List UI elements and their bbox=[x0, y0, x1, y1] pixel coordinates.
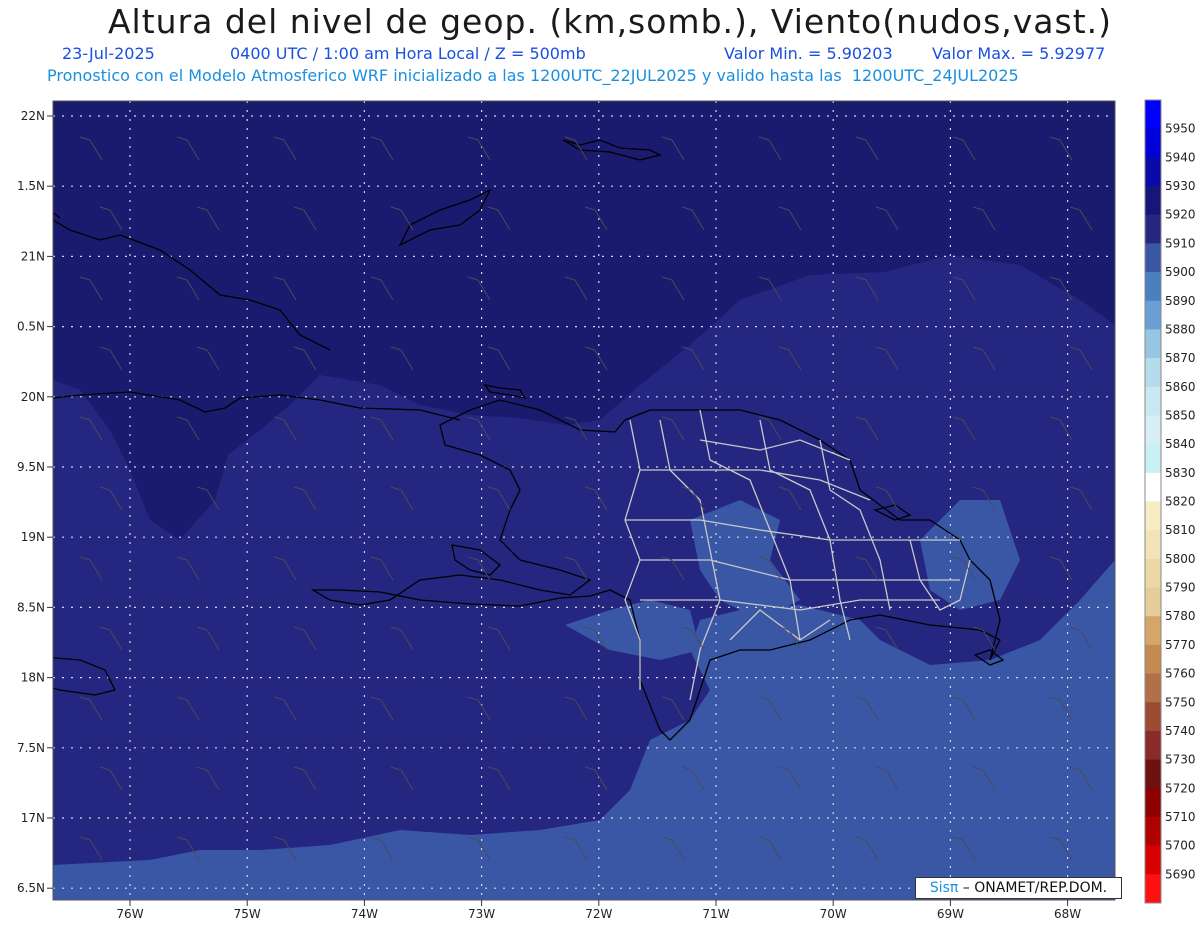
colorbar-swatch bbox=[1145, 759, 1161, 789]
colorbar-swatch bbox=[1145, 702, 1161, 732]
lon-tick-label: 75W bbox=[234, 907, 261, 921]
colorbar-tick-label: 5730 bbox=[1165, 753, 1196, 767]
lon-tick-label: 73W bbox=[468, 907, 495, 921]
colorbar-swatch bbox=[1145, 644, 1161, 675]
lon-tick-label: 74W bbox=[351, 907, 378, 921]
lat-tick-label: 18N bbox=[21, 671, 45, 685]
colorbar-tick-label: 5870 bbox=[1165, 351, 1196, 365]
colorbar-tick-label: 5910 bbox=[1165, 236, 1196, 250]
colorbar-swatch bbox=[1145, 186, 1161, 216]
lon-tick-label: 76W bbox=[116, 907, 143, 921]
colorbar-swatch bbox=[1145, 673, 1161, 703]
colorbar-swatch bbox=[1145, 243, 1161, 273]
colorbar-swatch bbox=[1145, 444, 1161, 474]
colorbar-swatch bbox=[1145, 358, 1161, 388]
colorbar-tick-label: 5930 bbox=[1165, 179, 1196, 193]
colorbar-tick-label: 5920 bbox=[1165, 208, 1196, 222]
longitude-axis: 76W 75W 74W 73W 72W 71W 70W 69W 68W bbox=[116, 900, 1081, 921]
latitude-axis: 22N 1.5N 21N 0.5N 20N 9.5N 19N 8.5N 18N 7.5N 17N 6.… bbox=[17, 109, 53, 895]
colorbar-swatch bbox=[1145, 874, 1161, 904]
colorbar-swatch bbox=[1145, 128, 1161, 158]
lat-tick-label: 17N bbox=[21, 811, 45, 825]
colorbar-tick-label: 5950 bbox=[1165, 122, 1196, 136]
lat-tick-label: 21N bbox=[21, 249, 45, 263]
lon-tick-label: 69W bbox=[937, 907, 964, 921]
colorbar-tick-label: 5750 bbox=[1165, 695, 1196, 709]
colorbar-legend: 5950 5940 5930 5920 5910 5900 5890 5880 5870 5860… bbox=[1144, 99, 1196, 904]
colorbar-tick-label: 5770 bbox=[1165, 638, 1196, 652]
colorbar-swatch bbox=[1145, 816, 1161, 847]
colorbar-tick-label: 5690 bbox=[1165, 867, 1196, 881]
colorbar-tick-label: 5800 bbox=[1165, 552, 1196, 566]
credit-org-text: – ONAMET/REP.DOM. bbox=[958, 880, 1108, 896]
colorbar-swatch bbox=[1145, 214, 1161, 244]
colorbar-swatch bbox=[1145, 501, 1161, 531]
colorbar-tick-label: 5850 bbox=[1165, 408, 1196, 422]
lat-tick-label: 20N bbox=[21, 390, 45, 404]
lat-tick-label: 1.5N bbox=[17, 179, 45, 193]
colorbar-swatch bbox=[1145, 472, 1161, 502]
colorbar-tick-label: 5700 bbox=[1165, 839, 1196, 853]
lon-tick-label: 71W bbox=[702, 907, 729, 921]
lat-tick-label: 0.5N bbox=[17, 320, 45, 334]
lon-tick-label: 68W bbox=[1054, 907, 1081, 921]
lat-tick-label: 7.5N bbox=[17, 741, 45, 755]
colorbar-swatch bbox=[1145, 415, 1161, 445]
sispi-logo-text: Sisπ bbox=[929, 880, 959, 896]
colorbar-tick-label: 5940 bbox=[1165, 150, 1196, 164]
colorbar-tick-label: 5820 bbox=[1165, 495, 1196, 509]
lat-tick-label: 8.5N bbox=[17, 600, 45, 614]
colorbar-swatch bbox=[1145, 616, 1161, 646]
lon-tick-label: 70W bbox=[820, 907, 847, 921]
colorbar-swatch bbox=[1145, 157, 1161, 187]
colorbar-swatch bbox=[1145, 730, 1161, 761]
colorbar-tick-label: 5780 bbox=[1165, 609, 1196, 623]
colorbar-tick-label: 5740 bbox=[1165, 724, 1196, 738]
colorbar-tick-label: 5880 bbox=[1165, 322, 1196, 336]
lat-tick-label: 22N bbox=[21, 109, 45, 123]
lat-tick-label: 9.5N bbox=[17, 460, 45, 474]
colorbar-tick-label: 5720 bbox=[1165, 781, 1196, 795]
colorbar-swatch bbox=[1145, 300, 1161, 330]
colorbar-tick-label: 5710 bbox=[1165, 810, 1196, 824]
colorbar-tick-label: 5860 bbox=[1165, 380, 1196, 394]
colorbar-tick-label: 5900 bbox=[1165, 265, 1196, 279]
colorbar-swatch bbox=[1145, 788, 1161, 818]
colorbar-tick-label: 5890 bbox=[1165, 294, 1196, 308]
credit-box: Sisπ – ONAMET/REP.DOM. bbox=[915, 877, 1122, 899]
colorbar-tick-label: 5810 bbox=[1165, 523, 1196, 537]
colorbar-tick-label: 5830 bbox=[1165, 466, 1196, 480]
colorbar-swatch bbox=[1145, 329, 1161, 359]
lon-tick-label: 72W bbox=[585, 907, 612, 921]
geopotential-map: 22N 1.5N 21N 0.5N 20N 9.5N 19N 8.5N 18N 7.5N 17N 6.… bbox=[17, 99, 1196, 921]
colorbar-swatch bbox=[1145, 530, 1161, 560]
colorbar-swatch bbox=[1145, 386, 1161, 416]
colorbar-tick-label: 5840 bbox=[1165, 437, 1196, 451]
colorbar-swatch bbox=[1145, 272, 1161, 302]
colorbar-tick-label: 5790 bbox=[1165, 581, 1196, 595]
colorbar-tick-label: 5760 bbox=[1165, 667, 1196, 681]
colorbar-swatch bbox=[1145, 558, 1161, 589]
lat-tick-label: 6.5N bbox=[17, 881, 45, 895]
lat-tick-label: 19N bbox=[21, 530, 45, 544]
colorbar-swatch bbox=[1145, 845, 1161, 875]
colorbar-swatch bbox=[1145, 587, 1161, 617]
colorbar-swatch bbox=[1145, 100, 1161, 130]
